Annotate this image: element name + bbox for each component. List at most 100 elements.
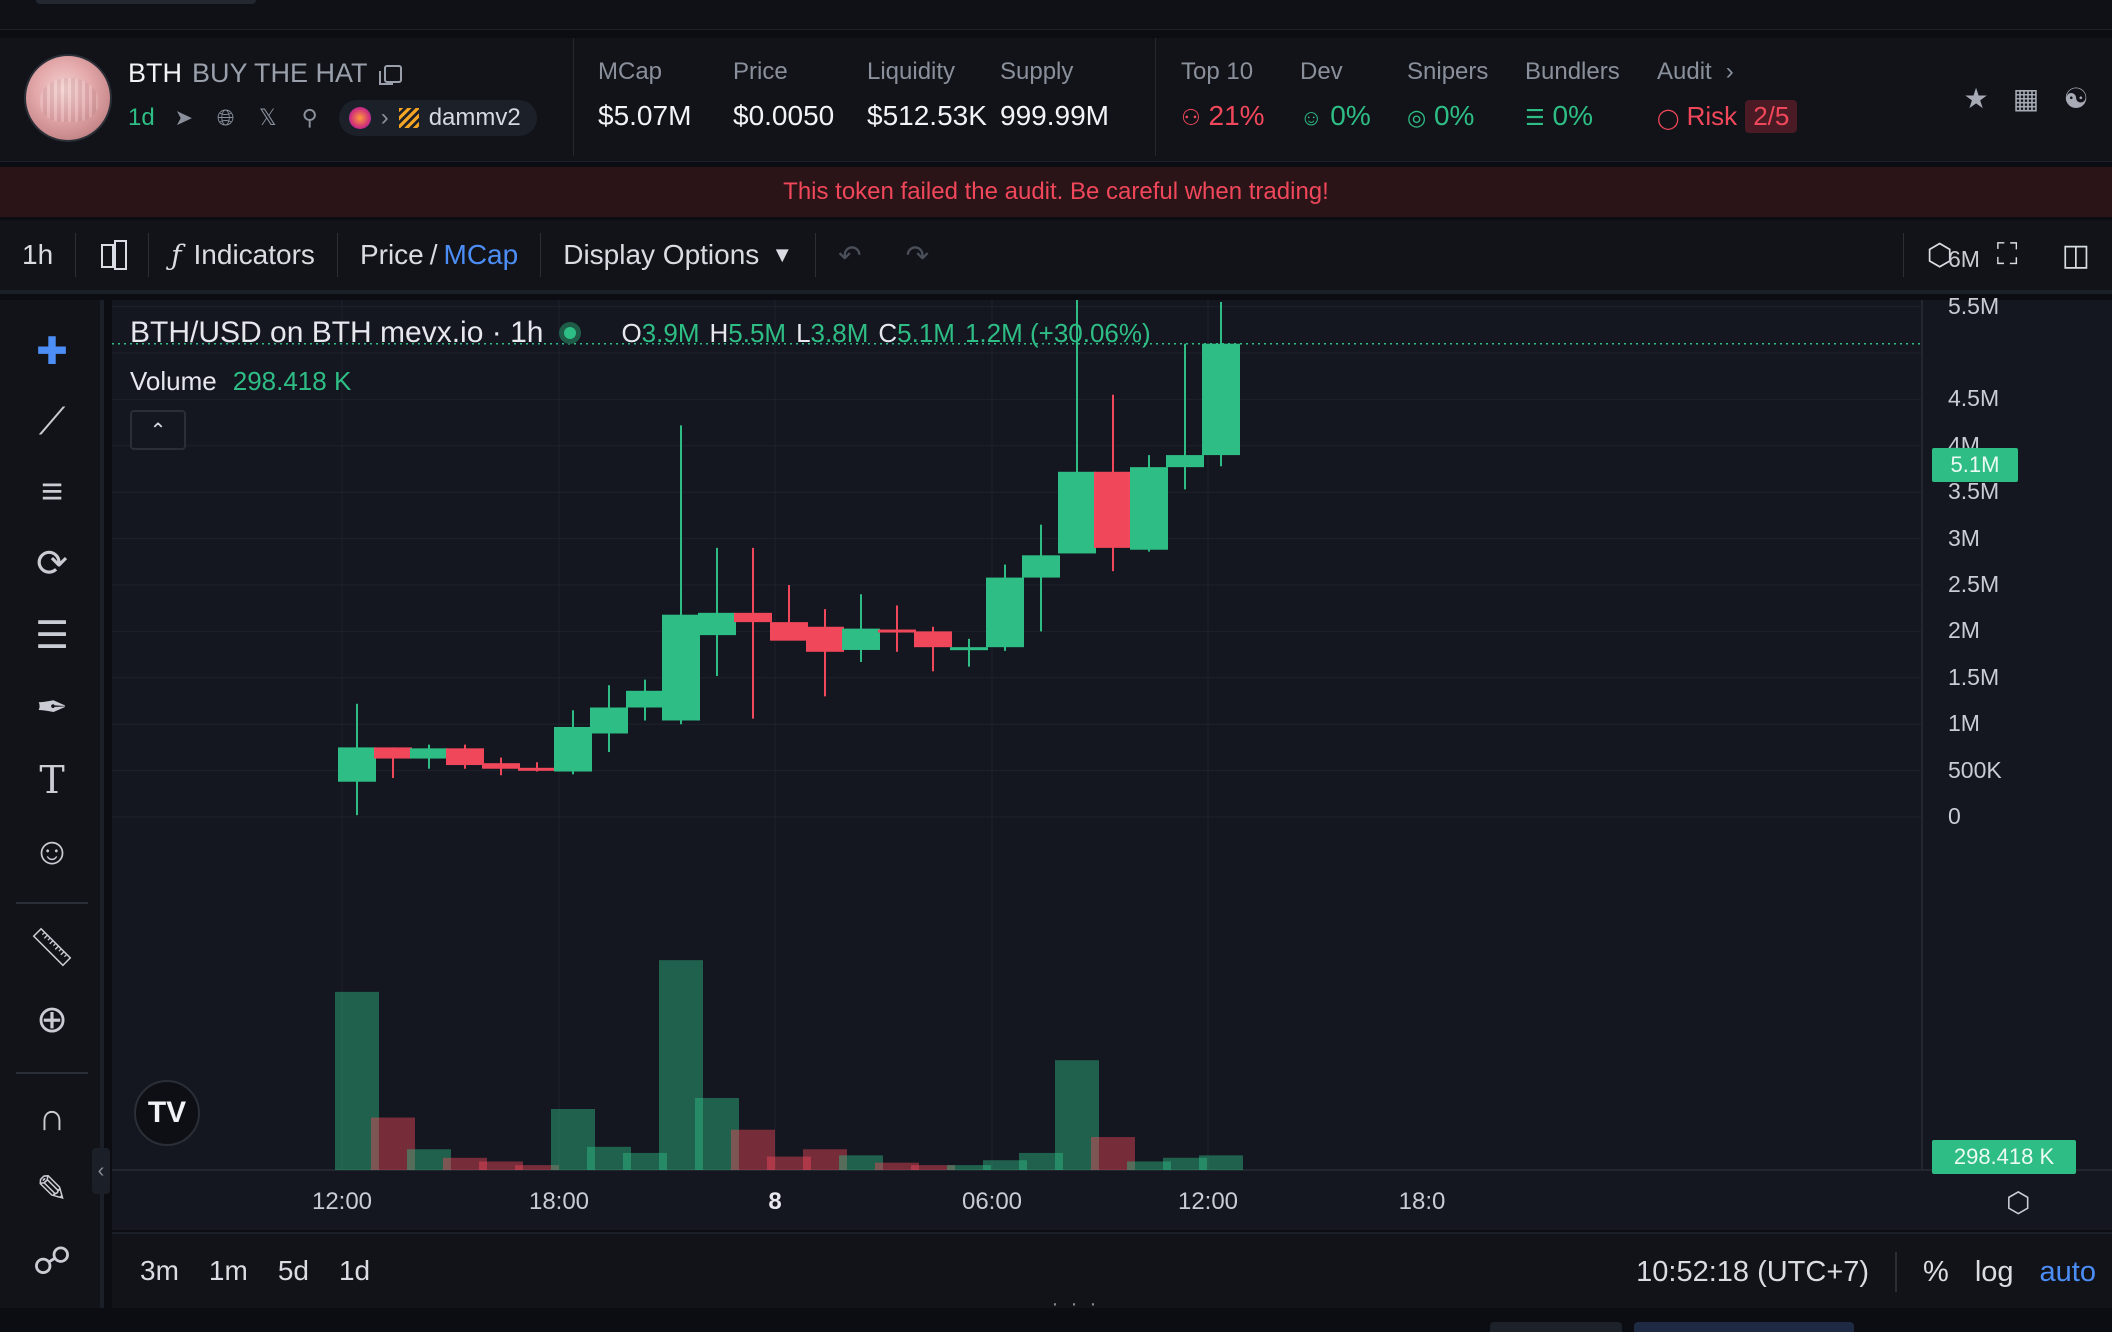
percent-scale-toggle[interactable]: % (1923, 1256, 1949, 1289)
lock-tool[interactable]: ☍ (24, 1234, 80, 1290)
token-links: 1d ➤ 🌐︎ 𝕏 ⚲ › dammv2 (128, 100, 537, 136)
stat-label: Bundlers (1525, 58, 1620, 85)
candle-body (770, 622, 808, 641)
symbol-title: BTH/USD on BTH mevx.io · 1h (130, 316, 544, 349)
x-icon[interactable]: 𝕏 (255, 105, 281, 131)
candle-body (1202, 343, 1240, 456)
clock[interactable]: 10:52:18 (UTC+7) (1636, 1256, 1869, 1289)
risk-badge: 2/5 (1745, 100, 1798, 133)
redo-button[interactable]: ↷ (884, 239, 951, 272)
chart-compare-icon[interactable]: ▦ (2010, 82, 2042, 115)
redo-icon: ↷ (905, 239, 930, 271)
range-3m[interactable]: 3m (140, 1255, 179, 1287)
price-tick-label: 1.5M (1948, 663, 2000, 690)
axis-settings-icon[interactable]: ⬡ (2006, 1186, 2030, 1219)
range-5d[interactable]: 5d (278, 1255, 309, 1287)
candle-body (1058, 471, 1096, 554)
time-tick-label: 8 (768, 1188, 782, 1215)
emoji-tool[interactable]: ☺ (24, 824, 80, 880)
share-icon[interactable]: ☯ (2060, 82, 2092, 115)
undo-button[interactable]: ↶ (816, 239, 883, 272)
trendline-tool[interactable]: ⟋ (24, 394, 80, 450)
candle-body (518, 767, 556, 771)
zoom-tool[interactable]: ⊕ (24, 992, 80, 1048)
volume-legend: Volume 298.418 K (130, 366, 351, 397)
chart-type-button[interactable] (76, 238, 148, 272)
pencil-lock-icon: ✎ (36, 1169, 68, 1211)
measure-tool[interactable]: 📏︎ (24, 920, 80, 976)
range-bar: 3m 1m 5d 1d 10:52:18 (UTC+7) % log auto (112, 1232, 2112, 1308)
candle-body (374, 747, 412, 759)
risk-label: Risk (1686, 101, 1738, 131)
tool-divider (16, 1072, 88, 1074)
telegram-icon[interactable]: ➤ (171, 105, 197, 131)
stat-number: 0% (1330, 100, 1371, 131)
fullscreen-button[interactable]: ⛶ (1975, 238, 2040, 272)
token-avatar[interactable] (24, 54, 112, 142)
legend-collapse-button[interactable]: ⌃ (130, 410, 186, 450)
open-value: O3.9M (621, 318, 699, 349)
stat-value: $5.07M (598, 100, 692, 131)
pattern-tool[interactable]: ⟳ (24, 536, 80, 592)
candle-body (662, 614, 700, 721)
tradingview-logo[interactable]: TV (134, 1080, 200, 1146)
chart-toolbar: 1h ƒ Indicators Price / MCap Display Option… (0, 220, 2112, 294)
crosshair-tool[interactable]: ✚ (24, 324, 80, 380)
time-tick-label: 12:00 (1177, 1188, 1239, 1215)
candle-body (446, 748, 484, 766)
copy-icon[interactable] (378, 64, 402, 85)
stat-price: Price $0.0050 (733, 58, 834, 132)
undo-icon: ↶ (838, 239, 862, 271)
star-icon[interactable]: ★ (1960, 82, 1992, 115)
fullscreen-icon: ⛶ (1996, 238, 2018, 271)
footer-tab[interactable] (1634, 1322, 1854, 1332)
stat-bundlers: Bundlers ☰ 0% (1525, 58, 1620, 132)
candle-body (1166, 455, 1204, 468)
candles-icon (98, 238, 128, 272)
brush-tool[interactable]: ✒ (24, 680, 80, 736)
price-tick-label: 500K (1948, 756, 2002, 783)
open-label: O (621, 317, 642, 348)
forecast-tool[interactable]: ☰ (24, 608, 80, 664)
footer-tab[interactable] (1490, 1322, 1622, 1332)
market-status-icon (559, 322, 582, 344)
price-mcap-toggle[interactable]: Price / MCap (338, 239, 540, 271)
bar-divider (1895, 1252, 1898, 1292)
top-strip (0, 0, 2112, 30)
display-options-button[interactable]: Display Options ▼ (541, 239, 815, 271)
screenshot-button[interactable]: ◫ (2040, 238, 2112, 273)
low-label: L (796, 317, 811, 348)
stat-label: Liquidity (867, 58, 956, 85)
range-1m[interactable]: 1m (209, 1255, 248, 1287)
open-number: 3.9M (641, 317, 700, 348)
stat-value: ◯ Risk 2/5 (1657, 100, 1798, 133)
range-1d[interactable]: 1d (339, 1255, 370, 1287)
chart-canvas[interactable] (112, 300, 2112, 1230)
price-tick-label: 3.5M (1948, 478, 2000, 505)
indicators-button[interactable]: ƒ Indicators (149, 239, 337, 272)
auto-scale-toggle[interactable]: auto (2040, 1256, 2096, 1289)
log-scale-toggle[interactable]: log (1975, 1256, 2014, 1289)
layers-icon: ☰ (1525, 105, 1545, 130)
stat-value: ☰ 0% (1525, 100, 1620, 132)
globe-icon[interactable]: 🌐︎ (213, 105, 239, 131)
interval-button[interactable]: 1h (0, 239, 75, 271)
volume-tag: 298.418 K (1932, 1140, 2076, 1174)
dex-pill[interactable]: › dammv2 (338, 100, 537, 136)
price-toggle-label: Price (359, 239, 424, 270)
lock-drawing-tool[interactable]: ✎ (24, 1162, 80, 1218)
stat-audit[interactable]: Audit › ◯ Risk 2/5 (1657, 58, 1798, 133)
token-title: BTH BUY THE HAT (128, 58, 402, 89)
stat-mcap: MCap $5.07M (598, 58, 691, 132)
magnet-icon: ∩ (38, 1097, 66, 1139)
fib-tool[interactable]: ≡ (24, 464, 80, 520)
high-number: 5.5M (728, 317, 787, 348)
text-tool[interactable]: T (24, 752, 80, 808)
candle-body (950, 647, 988, 651)
search-icon[interactable]: ⚲ (297, 105, 323, 131)
magnet-tool[interactable]: ∩ (24, 1090, 80, 1146)
price-chart[interactable]: BTH/USD on BTH mevx.io · 1h O3.9M H5.5M … (112, 246, 2112, 1230)
collapse-toolbar-button[interactable]: ‹ (92, 1148, 110, 1194)
stat-value: ◎ 0% (1407, 100, 1488, 132)
zoom-in-icon: ⊕ (36, 999, 68, 1041)
